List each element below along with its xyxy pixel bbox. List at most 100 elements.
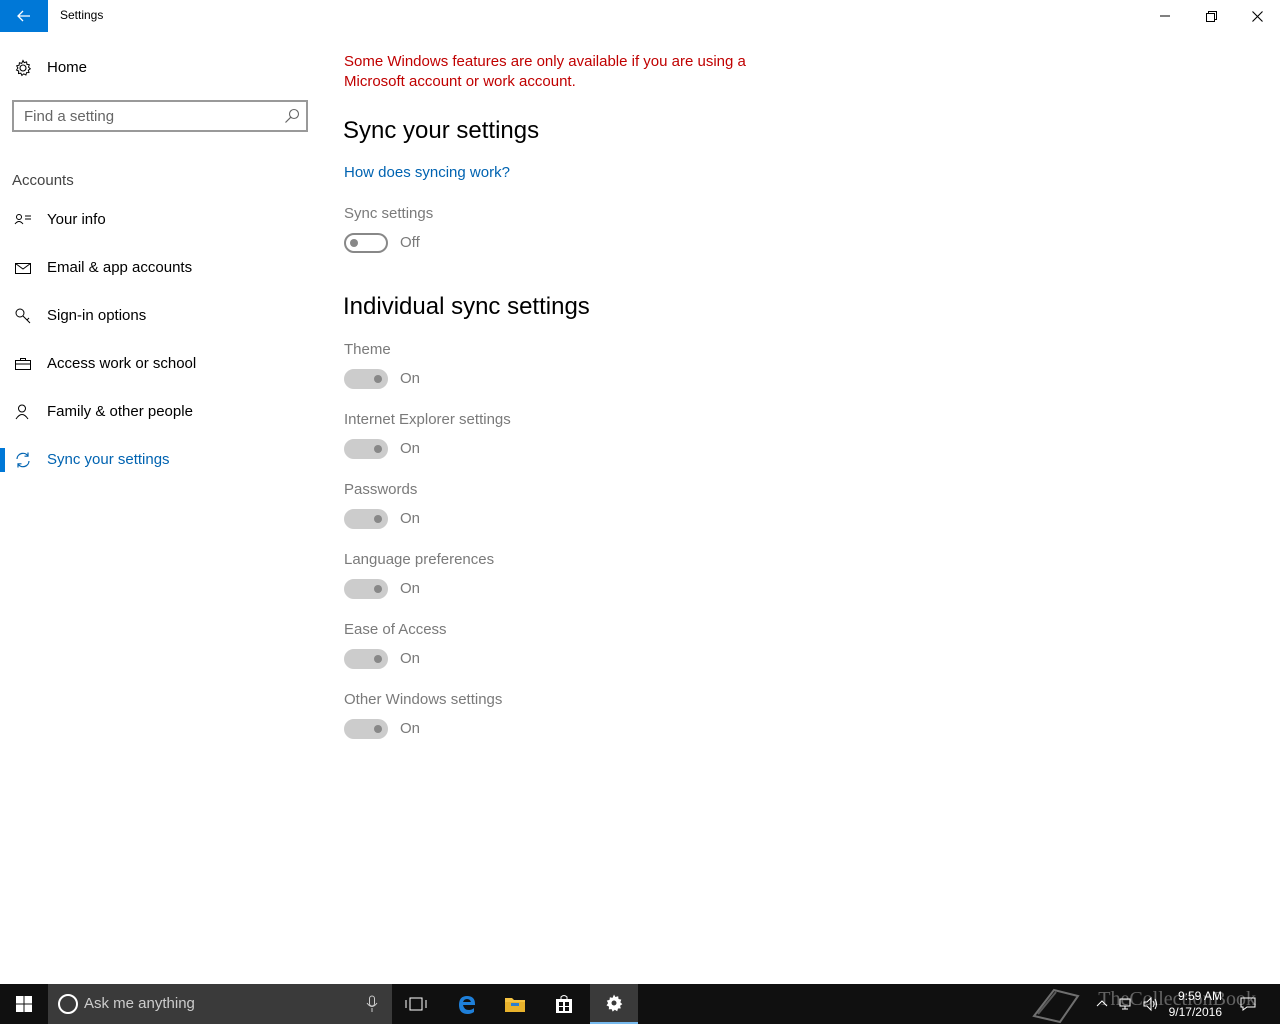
windows-logo-icon: [16, 996, 32, 1012]
clock-date: 9/17/2016: [1168, 1005, 1222, 1019]
toggle-state-label: On: [400, 510, 421, 527]
theme-toggle[interactable]: [344, 369, 388, 389]
title-bar: Settings: [0, 0, 1280, 32]
store-bag-icon: [556, 995, 572, 1013]
taskbar: Ask me anything TheCollectionBook 9:59 A…: [0, 984, 1280, 1024]
passwords-toggle[interactable]: [344, 509, 388, 529]
restore-button[interactable]: [1188, 0, 1234, 32]
other-windows-settings-toggle[interactable]: [344, 719, 388, 739]
sidebar-item-label: Sign-in options: [47, 307, 147, 324]
back-arrow-icon: [17, 10, 30, 22]
sync-icon: [16, 452, 30, 468]
language-preferences-toggle[interactable]: [344, 579, 388, 599]
toggle-state-label: On: [400, 370, 421, 387]
window-title: Settings: [60, 8, 104, 22]
ease-of-access-toggle-row: On: [344, 649, 544, 671]
microphone-icon[interactable]: [366, 995, 378, 1013]
internet-explorer-toggle-row: On: [344, 439, 544, 461]
toggle-knob: [374, 585, 382, 593]
sidebar-item-email-app-accounts[interactable]: Email & app accounts: [0, 248, 320, 288]
close-button[interactable]: [1234, 0, 1280, 32]
book-logo-icon: [1032, 988, 1080, 1024]
gear-icon: [15, 59, 32, 77]
cortana-icon: [58, 994, 78, 1014]
back-button[interactable]: [0, 0, 48, 32]
sync-settings-toggle-row: Off: [344, 233, 544, 255]
close-icon: [1251, 10, 1263, 22]
edge-icon: [459, 996, 475, 1014]
toggle-knob: [350, 239, 358, 247]
sidebar-item-your-info[interactable]: Your info: [0, 200, 320, 240]
sidebar: Home Accounts Your info Email & app acco…: [0, 32, 320, 982]
toggle-knob: [374, 515, 382, 523]
toggle-state-label: On: [400, 580, 421, 597]
sidebar-item-label: Email & app accounts: [47, 259, 193, 276]
action-center-icon[interactable]: [1240, 996, 1256, 1012]
cortana-search-box[interactable]: Ask me anything: [48, 984, 392, 1024]
task-view-button[interactable]: [392, 984, 440, 1024]
find-setting-search-box[interactable]: [12, 100, 308, 132]
system-clock[interactable]: 9:59 AM 9/17/2016: [1152, 988, 1222, 1020]
toggle-state-label: On: [400, 720, 421, 737]
toggle-knob: [374, 375, 382, 383]
restore-icon: [1205, 10, 1217, 22]
toggle-knob: [374, 445, 382, 453]
toggle-state-label: On: [400, 440, 421, 457]
sync-settings-toggle[interactable]: [344, 233, 388, 253]
individual-sync-heading: Individual sync settings: [343, 293, 590, 320]
find-setting-input[interactable]: [24, 106, 274, 126]
sync-settings-label: Sync settings: [344, 205, 434, 222]
person-card-icon: [14, 214, 31, 225]
store-button[interactable]: [540, 984, 588, 1024]
toggle-state-label: On: [400, 650, 421, 667]
toggle-knob: [374, 655, 382, 663]
ease-of-access-toggle[interactable]: [344, 649, 388, 669]
language-preferences-toggle-row: On: [344, 579, 544, 601]
minimize-button[interactable]: [1142, 0, 1188, 32]
passwords-toggle-row: On: [344, 509, 544, 531]
home-label: Home: [47, 59, 88, 76]
how-syncing-works-link[interactable]: How does syncing work?: [344, 164, 510, 181]
other-windows-settings-label: Other Windows settings: [344, 691, 503, 708]
edge-browser-button[interactable]: [443, 984, 491, 1024]
other-windows-settings-toggle-row: On: [344, 719, 544, 741]
clock-time: 9:59 AM: [1177, 989, 1222, 1003]
cortana-search-text: Ask me anything: [84, 995, 195, 1012]
chevron-up-icon[interactable]: [1094, 996, 1110, 1012]
passwords-label: Passwords: [344, 481, 418, 498]
toggle-state-label: Off: [400, 234, 420, 251]
ease-of-access-label: Ease of Access: [344, 621, 447, 638]
language-preferences-label: Language preferences: [344, 551, 495, 568]
toggle-knob: [374, 725, 382, 733]
internet-explorer-settings-toggle[interactable]: [344, 439, 388, 459]
mail-icon: [15, 263, 31, 274]
person-add-icon: [15, 404, 29, 420]
accounts-group-label: Accounts: [12, 172, 74, 189]
folder-icon: [505, 998, 525, 1012]
internet-explorer-settings-label: Internet Explorer settings: [344, 411, 511, 428]
sidebar-item-family-other-people[interactable]: Family & other people: [0, 392, 320, 432]
start-button[interactable]: [0, 984, 48, 1024]
search-icon[interactable]: [284, 108, 300, 124]
briefcase-icon: [15, 358, 31, 370]
account-warning-message: Some Windows features are only available…: [344, 53, 746, 90]
theme-label: Theme: [344, 341, 391, 358]
sidebar-item-label: Family & other people: [47, 403, 193, 420]
task-view-icon: [405, 997, 427, 1011]
settings-taskbar-button[interactable]: [590, 984, 638, 1024]
home-nav-item[interactable]: Home: [0, 52, 320, 84]
active-indicator: [0, 448, 5, 472]
network-icon[interactable]: [1118, 996, 1134, 1012]
theme-toggle-row: On: [344, 369, 544, 391]
page-title: Sync your settings: [343, 117, 540, 144]
gear-icon: [606, 994, 623, 1012]
minimize-icon: [1160, 15, 1170, 17]
sidebar-item-sync-your-settings[interactable]: Sync your settings: [0, 440, 320, 480]
sidebar-item-label: Your info: [47, 211, 106, 228]
sidebar-item-label: Sync your settings: [47, 451, 170, 468]
sidebar-item-access-work-or-school[interactable]: Access work or school: [0, 344, 320, 384]
file-explorer-button[interactable]: [491, 984, 539, 1024]
key-icon: [15, 308, 31, 324]
sidebar-item-sign-in-options[interactable]: Sign-in options: [0, 296, 320, 336]
sidebar-item-label: Access work or school: [47, 355, 197, 372]
